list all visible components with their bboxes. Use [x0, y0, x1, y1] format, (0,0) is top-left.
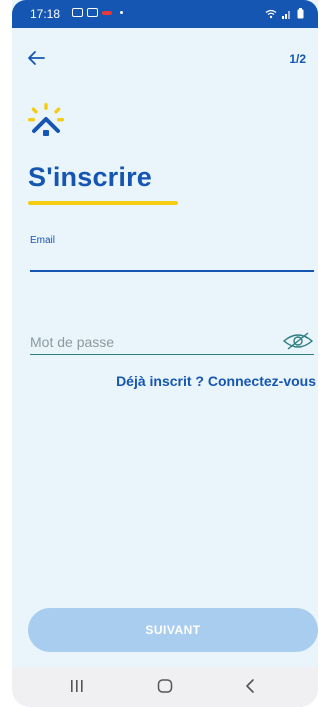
more-dot-icon [120, 11, 123, 14]
eye-slash-icon[interactable] [282, 331, 314, 351]
status-bar: 17:18 [12, 0, 318, 28]
phone-screen: 17:18 1/2 S'inscrire Email Déjà inscrit … [12, 0, 318, 707]
back-arrow-icon[interactable] [26, 50, 46, 66]
next-button[interactable]: SUIVANT [28, 608, 318, 652]
system-icons [265, 8, 304, 19]
sun-house-logo-icon [28, 103, 64, 136]
recents-icon[interactable] [70, 677, 84, 695]
password-field[interactable] [30, 330, 314, 355]
login-link[interactable]: Déjà inscrit ? Connectez-vous [116, 373, 316, 389]
email-field[interactable] [30, 246, 314, 272]
signal-icon [282, 10, 290, 19]
status-time: 17:18 [30, 7, 61, 21]
battery-icon [297, 8, 304, 19]
email-label: Email [30, 235, 56, 246]
sms-icon [87, 8, 98, 17]
title-underline [28, 201, 178, 205]
page-title: S'inscrire [28, 162, 152, 192]
back-chevron-icon[interactable] [244, 677, 258, 695]
app-notification-icon [102, 10, 112, 15]
notification-icons [72, 8, 123, 17]
step-indicator: 1/2 [289, 52, 306, 66]
android-nav-bar [12, 667, 318, 707]
gallery-icon [72, 8, 83, 17]
wifi-icon [265, 9, 277, 18]
home-icon[interactable] [156, 677, 174, 695]
